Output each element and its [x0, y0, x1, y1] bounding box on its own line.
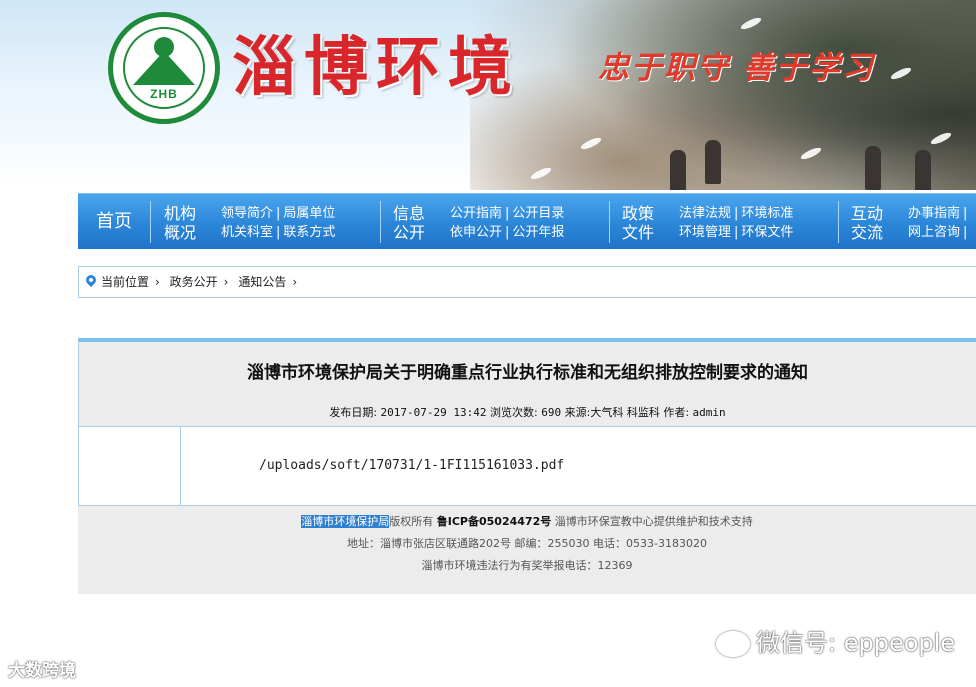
article-title: 淄博市环境保护局关于明确重点行业执行标准和无组织排放控制要求的通知 [247, 363, 808, 383]
meta-label-date: 发布日期: [329, 406, 378, 419]
dove-decoration [889, 65, 913, 82]
footer-owner: 淄博市环境保护局 [301, 515, 390, 528]
nav-link-separator: | [505, 225, 510, 240]
dove-decoration [739, 15, 763, 32]
meta-source: 大气科 科监科 [590, 406, 660, 419]
footer-icp-link[interactable]: 鲁ICP备05024472号 [437, 515, 551, 528]
dove-decoration [529, 165, 553, 182]
person-silhouette [670, 150, 686, 190]
nav-link-separator: | [963, 206, 968, 221]
nav-divider [380, 201, 381, 243]
footer-copyright: 版权所有 [389, 515, 434, 528]
nav-link[interactable]: 办事指南 [908, 206, 960, 221]
watermark-left-text: 大数跨境 [8, 661, 76, 681]
nav-group-title-line: 概况 [163, 223, 196, 242]
nav-group-title-line: 政策 [621, 204, 654, 223]
nav-group-title-line: 交流 [850, 223, 883, 242]
nav-home-link[interactable]: 首页 [78, 194, 150, 249]
nav-links-info: 公开指南 | 公开目录 依申公开 | 公开年报 [450, 204, 564, 242]
nav-group-title-line: 信息 [392, 204, 425, 223]
nav-link-separator: | [505, 206, 510, 221]
person-silhouette [865, 146, 881, 190]
breadcrumb-item[interactable]: 通知公告 [238, 275, 286, 289]
nav-group-title-line: 公开 [392, 223, 425, 242]
person-silhouette [915, 150, 931, 190]
nav-links-org: 领导简介 | 局属单位 机关科室 | 联系方式 [221, 204, 335, 242]
nav-link[interactable]: 公开指南 [450, 206, 502, 221]
chevron-right-icon: › [292, 275, 298, 289]
nav-link[interactable]: 网上咨询 [908, 225, 960, 240]
logo-text: ZHB [150, 87, 178, 101]
chevron-right-icon: › [223, 275, 229, 289]
zhb-logo[interactable]: ZHB [108, 12, 220, 124]
wechat-icon [716, 631, 750, 657]
nav-links-policy: 法律法规 | 环境标准 环境管理 | 环保文件 [679, 204, 793, 242]
nav-link[interactable]: 公开年报 [512, 225, 564, 240]
nav-group-title-line: 文件 [621, 223, 654, 242]
meta-views: 690 [541, 406, 562, 419]
site-title: 淄博环境 [232, 30, 520, 105]
site-slogan: 忠于职守 善于学习 [598, 50, 875, 86]
breadcrumb: 当前位置 › 政务公开 › 通知公告 › [78, 266, 976, 298]
breadcrumb-items: 当前位置 › 政务公开 › 通知公告 › [101, 267, 303, 297]
attachment-link[interactable]: /uploads/soft/170731/1-1FI115161033.pdf [259, 458, 564, 473]
meta-author: admin [692, 406, 726, 419]
nav-group-title-line: 机构 [163, 204, 196, 223]
breadcrumb-item: 当前位置 [101, 275, 150, 289]
main-nav: 首页 机构 概况 领导简介 | 局属单位 机关科室 | 联系方式 信息 公开 公开指南 |… [78, 193, 976, 249]
banner-photo [470, 0, 976, 190]
article-panel: 淄博市环境保护局关于明确重点行业执行标准和无组织排放控制要求的通知 发布日期: … [78, 338, 976, 506]
nav-group-title-line: 互动 [850, 204, 883, 223]
nav-divider [609, 201, 610, 243]
meta-label-author: 作者: [663, 406, 690, 419]
article-meta: 发布日期: 2017-07-29 13:42 浏览次数: 690 来源:大气科 … [79, 404, 976, 420]
meta-date: 2017-07-29 13:42 [380, 406, 487, 419]
header-banner: ZHB 淄博环境 忠于职守 善于学习 [0, 0, 976, 190]
nav-link[interactable]: 机关科室 [221, 225, 273, 240]
nav-group-interact[interactable]: 互动 交流 [847, 204, 887, 242]
dove-decoration [929, 130, 953, 147]
site-footer: 淄博市环境保护局版权所有 鲁ICP备05024472号 淄博市环保宣教中心提供维… [78, 506, 976, 594]
watermark-right: 微信号: eppeople [716, 623, 955, 658]
dove-decoration [579, 135, 603, 152]
logo-mountain-icon [133, 51, 195, 85]
watermark-left: 大数跨境 [8, 656, 76, 681]
location-pin-icon [83, 272, 99, 288]
nav-link-separator: | [734, 225, 739, 240]
footer-report-line: 淄博市环境违法行为有奖举报电话：12369 [421, 559, 633, 572]
person-silhouette [705, 140, 721, 184]
chevron-right-icon: › [155, 275, 160, 289]
nav-link[interactable]: 领导简介 [221, 206, 273, 221]
nav-group-org[interactable]: 机构 概况 [160, 204, 200, 242]
nav-link[interactable]: 公开目录 [512, 206, 564, 221]
nav-link-separator: | [963, 225, 968, 240]
nav-link-separator: | [276, 206, 281, 221]
meta-label-source: 来源: [564, 406, 591, 419]
article-side-column [79, 426, 181, 506]
breadcrumb-item[interactable]: 政务公开 [170, 275, 218, 289]
nav-link[interactable]: 局属单位 [283, 206, 335, 221]
nav-group-policy[interactable]: 政策 文件 [618, 204, 658, 242]
footer-address: 地址：淄博市张店区联通路202号 邮编：255030 电话：0533-31830… [347, 537, 707, 550]
nav-link[interactable]: 环保文件 [741, 225, 793, 240]
nav-link-separator: | [734, 206, 739, 221]
nav-link[interactable]: 环境标准 [741, 206, 793, 221]
nav-link-separator: | [276, 225, 281, 240]
nav-link[interactable]: 环境管理 [679, 225, 731, 240]
footer-support: 淄博市环保宣教中心提供维护和技术支持 [554, 515, 753, 528]
watermark-right-text: 微信号: eppeople [756, 629, 956, 657]
footer-copyright-line: 淄博市环境保护局版权所有 鲁ICP备05024472号 淄博市环保宣教中心提供维… [78, 513, 976, 529]
nav-link[interactable]: 法律法规 [679, 206, 731, 221]
article-header: 淄博市环境保护局关于明确重点行业执行标准和无组织排放控制要求的通知 发布日期: … [79, 342, 976, 427]
logo-inner: ZHB [123, 27, 205, 109]
dove-decoration [799, 145, 823, 162]
nav-links-interact: 办事指南 | 网上咨询 | [908, 204, 970, 242]
nav-link[interactable]: 联系方式 [283, 225, 335, 240]
nav-divider [150, 201, 151, 243]
nav-link[interactable]: 依申公开 [450, 225, 502, 240]
nav-group-info[interactable]: 信息 公开 [389, 204, 429, 242]
nav-divider [838, 201, 839, 243]
meta-label-views: 浏览次数: [490, 406, 538, 419]
